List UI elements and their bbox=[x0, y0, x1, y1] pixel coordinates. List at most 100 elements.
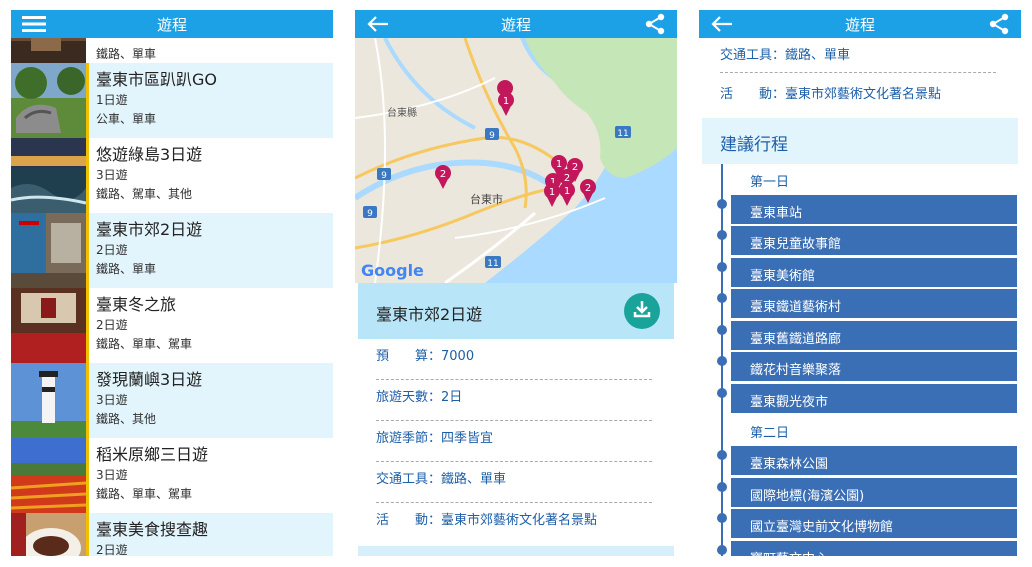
day-label: 第二日 bbox=[750, 426, 790, 441]
trip-days: 3日遊 bbox=[96, 393, 128, 407]
trip-thumbnail bbox=[11, 363, 86, 438]
trip-transport: 鐵路、其他 bbox=[96, 412, 157, 426]
trip-list-item[interactable]: 稻米原鄉三日遊 3日遊 鐵路、單車、駕車 bbox=[11, 438, 333, 513]
highway-marker: 9 bbox=[363, 206, 377, 219]
back-arrow-icon[interactable] bbox=[709, 14, 735, 34]
trip-transport: 鐵路、單車、駕車 bbox=[96, 487, 193, 501]
trip-list-item[interactable]: 發現蘭嶼3日遊 3日遊 鐵路、其他 bbox=[11, 363, 333, 438]
trip-detail-screen: 遊程 9 9 9 11 11 台東縣 台東市 1 2 1 2 2 1 1 1 2… bbox=[355, 10, 677, 556]
trip-thumbnail bbox=[11, 438, 86, 513]
trip-transport: 鐵路、單車 bbox=[96, 47, 157, 61]
timeline-dot bbox=[717, 388, 727, 398]
svg-text:2: 2 bbox=[572, 162, 578, 173]
trip-days: 2日遊 bbox=[96, 318, 128, 332]
suggested-itinerary-header: 建議行程 bbox=[702, 118, 1018, 164]
accent-bar bbox=[86, 213, 89, 288]
download-button[interactable] bbox=[624, 293, 660, 329]
itinerary-stop[interactable]: 寶町藝文中心 bbox=[731, 541, 1017, 556]
timeline-dot bbox=[717, 450, 727, 460]
trip-list-item[interactable]: 悠遊綠島3日遊 3日遊 鐵路、駕車、其他 bbox=[11, 138, 333, 213]
itinerary-stop[interactable]: 臺東觀光夜市 bbox=[731, 384, 1017, 413]
accent-bar bbox=[86, 438, 89, 513]
svg-text:9: 9 bbox=[489, 131, 495, 141]
trip-days: 2日遊 bbox=[96, 543, 128, 556]
svg-text:2: 2 bbox=[585, 183, 591, 194]
timeline-dot bbox=[717, 482, 727, 492]
trip-name: 臺東市郊2日遊 bbox=[96, 220, 203, 239]
share-icon[interactable] bbox=[987, 12, 1011, 36]
itinerary-stop[interactable]: 臺東森林公園 bbox=[731, 446, 1017, 475]
itinerary-stop[interactable]: 臺東兒童故事館 bbox=[731, 226, 1017, 255]
highway-marker: 9 bbox=[377, 168, 391, 181]
itinerary-stop[interactable]: 國際地標(海濱公園) bbox=[731, 478, 1017, 507]
timeline-dot bbox=[717, 262, 727, 272]
detail-row-days: 旅遊天數：2日 bbox=[376, 380, 652, 421]
download-icon bbox=[631, 298, 653, 324]
detail-row-budget: 預 算：7000 bbox=[376, 339, 652, 380]
app-bar: 遊程 bbox=[355, 10, 677, 38]
timeline-dot bbox=[717, 356, 727, 366]
trip-name: 稻米原鄉三日遊 bbox=[96, 445, 209, 464]
trip-thumbnail bbox=[11, 213, 86, 288]
app-title: 遊程 bbox=[844, 15, 875, 34]
share-icon[interactable] bbox=[643, 12, 667, 36]
itinerary-stop[interactable]: 臺東舊鐵道路廊 bbox=[731, 321, 1017, 350]
route-map[interactable]: 9 9 9 11 11 台東縣 台東市 1 2 1 2 2 1 1 1 2 Go… bbox=[355, 38, 677, 283]
trip-name: 發現蘭嶼3日遊 bbox=[96, 370, 203, 389]
trip-days: 2日遊 bbox=[96, 243, 128, 257]
accent-bar bbox=[86, 363, 89, 438]
trip-thumbnail bbox=[11, 63, 86, 138]
suggested-itinerary-title: 建議行程 bbox=[720, 135, 788, 155]
trip-list-screen: 遊程 鐵路、單車 臺東市區趴趴GO 1日遊 公車、單車 悠遊綠島3日遊 3日遊 … bbox=[11, 10, 333, 556]
timeline-dot bbox=[717, 293, 727, 303]
itinerary-stop[interactable]: 國立臺灣史前文化博物館 bbox=[731, 509, 1017, 538]
detail-row-transport: 交通工具：鐵路、單車 bbox=[376, 462, 652, 503]
detail-row-activity: 活 動：臺東市郊藝術文化著名景點 bbox=[376, 513, 598, 528]
itinerary-stop[interactable]: 臺東車站 bbox=[731, 195, 1017, 224]
svg-text:9: 9 bbox=[381, 171, 387, 181]
detail-row-transport: 交通工具：鐵路、單車 bbox=[720, 48, 851, 63]
svg-text:1: 1 bbox=[503, 96, 509, 107]
divider bbox=[720, 72, 996, 73]
accent-bar bbox=[86, 288, 89, 363]
trip-transport: 鐵路、駕車、其他 bbox=[96, 187, 193, 201]
google-logo: Google bbox=[361, 261, 424, 280]
timeline-dot bbox=[717, 199, 727, 209]
hamburger-menu-icon[interactable] bbox=[21, 14, 47, 34]
svg-text:1: 1 bbox=[556, 159, 562, 170]
section-strip bbox=[358, 546, 674, 556]
accent-bar bbox=[86, 138, 89, 213]
timeline-dot bbox=[717, 545, 727, 555]
trip-list-item[interactable]: 臺東市郊2日遊 2日遊 鐵路、單車 bbox=[11, 213, 333, 288]
trip-thumbnail bbox=[11, 138, 86, 213]
detail-row-activity: 活 動：臺東市郊藝術文化著名景點 bbox=[720, 87, 942, 102]
trip-list-item[interactable]: 臺東市區趴趴GO 1日遊 公車、單車 bbox=[11, 63, 333, 138]
itinerary-stop[interactable]: 臺東鐵道藝術村 bbox=[731, 289, 1017, 318]
trip-thumbnail bbox=[11, 513, 86, 556]
day-label: 第一日 bbox=[750, 175, 790, 190]
highway-marker: 11 bbox=[615, 126, 631, 139]
timeline-dot bbox=[717, 513, 727, 523]
map-label: 台東市 bbox=[470, 192, 503, 206]
app-bar: 遊程 bbox=[699, 10, 1021, 38]
trip-name: 臺東市區趴趴GO bbox=[96, 70, 217, 89]
trip-detail-header: 臺東市郊2日遊 bbox=[358, 283, 674, 339]
svg-text:11: 11 bbox=[617, 129, 628, 139]
trip-days: 3日遊 bbox=[96, 468, 128, 482]
back-arrow-icon[interactable] bbox=[365, 14, 391, 34]
trip-list-item[interactable]: 臺東冬之旅 2日遊 鐵路、單車、駕車 bbox=[11, 288, 333, 363]
trip-days: 3日遊 bbox=[96, 168, 128, 182]
itinerary-stop[interactable]: 臺東美術館 bbox=[731, 258, 1017, 287]
itinerary-stop[interactable]: 鐵花村音樂聚落 bbox=[731, 352, 1017, 381]
trip-thumbnail bbox=[11, 288, 86, 363]
trip-transport: 鐵路、單車 bbox=[96, 262, 157, 276]
trip-name: 臺東美食搜查趣 bbox=[96, 520, 209, 539]
detail-row-season: 旅遊季節：四季皆宜 bbox=[376, 421, 652, 462]
app-bar: 遊程 bbox=[11, 10, 333, 38]
trip-list-item[interactable]: 臺東美食搜查趣 2日遊 bbox=[11, 513, 333, 556]
highway-marker: 9 bbox=[485, 128, 499, 141]
svg-text:1: 1 bbox=[564, 186, 570, 197]
svg-text:1: 1 bbox=[549, 187, 555, 198]
svg-text:9: 9 bbox=[367, 209, 373, 219]
trip-days: 1日遊 bbox=[96, 93, 128, 107]
